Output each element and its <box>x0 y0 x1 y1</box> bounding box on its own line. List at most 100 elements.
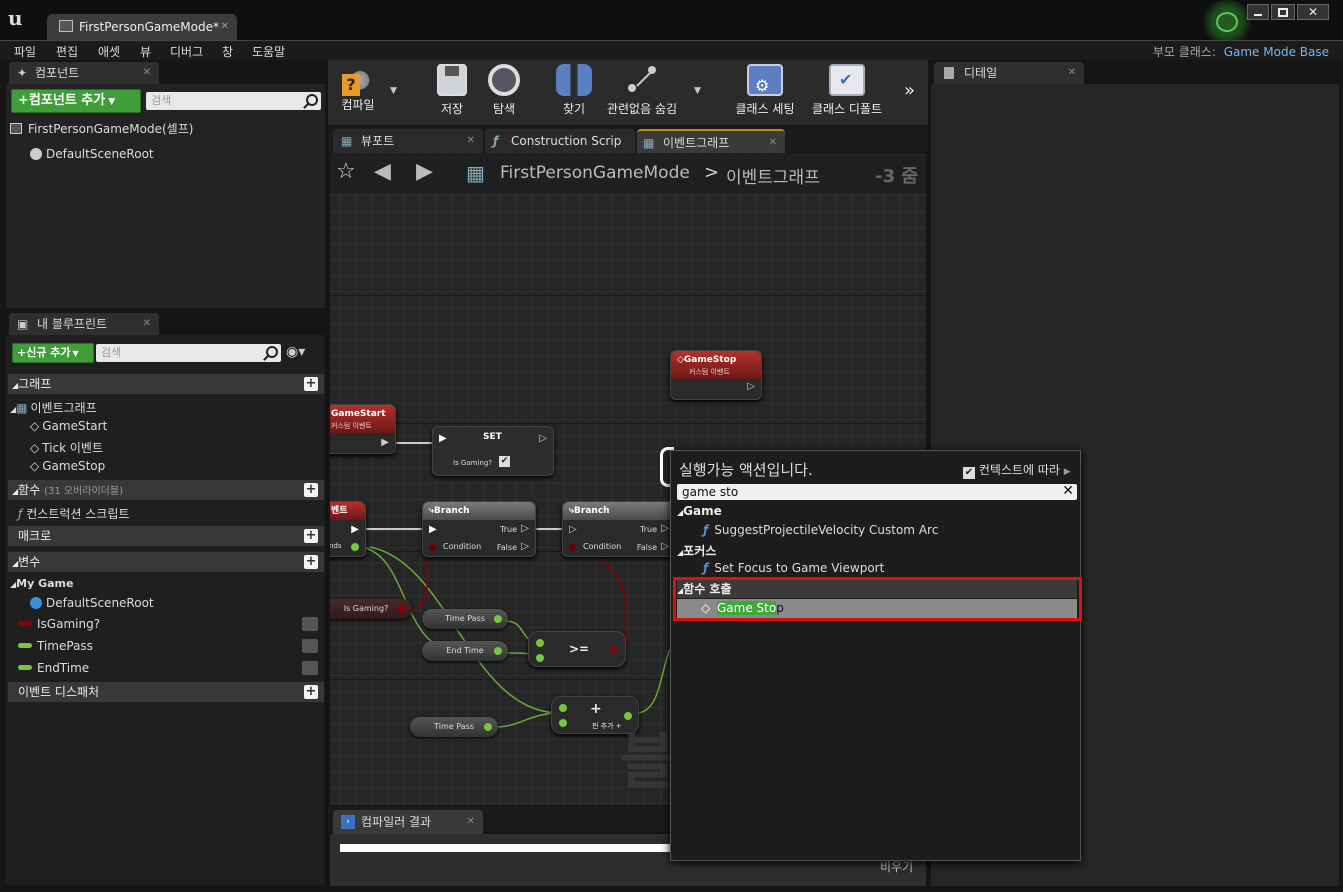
gamestart-event-node[interactable]: GameStart 커스텀 이벤트 ▶ <box>330 404 396 454</box>
bool-pin[interactable] <box>429 544 436 551</box>
add-component-button[interactable]: +컴포넌트 추가 ▼ <box>11 89 141 113</box>
visibility-eye-icon[interactable] <box>302 617 318 631</box>
visibility-eye-icon[interactable] <box>302 639 318 653</box>
action-search-input[interactable]: game sto ✕ <box>677 483 1077 500</box>
exec-out-pin[interactable]: ▷ <box>661 541 669 552</box>
menu-view[interactable]: 뷰 <box>140 43 170 60</box>
view-options-icon[interactable]: ◉▾ <box>286 344 305 360</box>
exec-in-pin[interactable]: ▶ <box>429 524 437 535</box>
action-item[interactable]: ƒ Set Focus to Game Viewport <box>703 561 884 575</box>
variable-item[interactable]: DefaultSceneRoot <box>30 596 154 610</box>
close-icon[interactable]: ✕ <box>143 62 151 84</box>
bool-pin[interactable] <box>569 544 576 551</box>
blueprint-search-input[interactable]: 검색 <box>96 344 281 362</box>
variable-item[interactable]: IsGaming? <box>18 617 318 631</box>
event-item[interactable]: ◇ Tick 이벤트 <box>30 439 103 456</box>
hide-unrelated-options-arrow[interactable]: ▼ <box>694 86 701 96</box>
source-control-icon[interactable] <box>1200 0 1254 44</box>
parent-class-link[interactable]: Game Mode Base <box>1224 45 1329 59</box>
greater-equal-node[interactable]: >= <box>528 631 626 667</box>
exec-in-pin[interactable]: ▶ <box>439 433 447 444</box>
close-icon[interactable]: ✕ <box>1068 62 1076 84</box>
category-focus[interactable]: ◢포커스 <box>677 542 716 559</box>
document-tab[interactable]: FirstPersonGameMode* ✕ <box>47 14 237 40</box>
menu-help[interactable]: 도움말 <box>252 43 302 60</box>
action-item-selected[interactable]: ◇ Game Stop <box>677 599 1077 618</box>
hide-unrelated-button[interactable]: 관련없음 숨김 <box>606 64 678 117</box>
exec-out-pin[interactable]: ▷ <box>521 523 529 534</box>
minimize-button[interactable] <box>1247 4 1269 20</box>
gamestop-event-node[interactable]: ◇GameStop 커스텀 이벤트 ▷ <box>670 350 762 400</box>
checkbox[interactable]: ✔ <box>963 467 975 479</box>
exec-pin[interactable]: ▶ <box>351 524 359 535</box>
add-graph-button[interactable]: + <box>304 377 318 391</box>
component-child-item[interactable]: DefaultSceneRoot <box>30 147 154 161</box>
end-time-getter-node[interactable]: End Time <box>422 641 508 661</box>
browse-button[interactable]: 탐색 <box>482 64 526 117</box>
menu-asset[interactable]: 애셋 <box>98 43 140 60</box>
save-button[interactable]: 저장 <box>432 64 472 117</box>
add-function-button[interactable]: + <box>304 483 318 497</box>
float-pin[interactable] <box>351 543 359 551</box>
add-new-button[interactable]: +신규 추가 ▼ <box>12 343 94 363</box>
components-search-input[interactable]: 검색 <box>146 92 321 110</box>
class-settings-button[interactable]: ⚙ 클래스 세팅 <box>732 64 798 117</box>
variable-category[interactable]: ◢My Game <box>10 577 73 590</box>
partial-event-node[interactable]: 벤트 ▶ nds <box>330 501 366 557</box>
variable-item[interactable]: TimePass <box>18 639 318 653</box>
context-sensitive-toggle[interactable]: ✔ 컨텍스트에 따라 ▶ <box>963 461 1071 479</box>
variables-section[interactable]: ◢변수 + <box>8 552 324 572</box>
compile-options-arrow[interactable]: ▼ <box>390 86 397 96</box>
event-item[interactable]: ◇ GameStart <box>30 419 107 433</box>
component-root-item[interactable]: FirstPersonGameMode(셀프) <box>10 120 193 137</box>
menu-debug[interactable]: 디버그 <box>170 43 222 60</box>
tab-components[interactable]: ✦ 컴포넌트 ✕ <box>9 62 159 84</box>
event-item[interactable]: ◇ GameStop <box>30 459 105 473</box>
tab-compiler-results[interactable]: › 컴파일러 결과 ✕ <box>333 810 483 834</box>
add-pin-button[interactable]: 핀 추가 + <box>592 721 622 731</box>
set-variable-node[interactable]: ▶ SET ▷ Is Gaming? ✔ <box>432 426 554 476</box>
construction-script-item[interactable]: ƒ 컨스트럭션 스크립트 <box>18 505 129 522</box>
macros-section[interactable]: 매크로 + <box>8 526 324 546</box>
exec-pin[interactable]: ▷ <box>747 381 755 392</box>
close-icon[interactable]: ✕ <box>221 14 229 40</box>
menu-window[interactable]: 창 <box>222 43 252 60</box>
branch-node[interactable]: ⤷Branch ▶ True ▷ Condition False ▷ <box>422 501 536 557</box>
time-pass-getter-node[interactable]: Time Pass <box>422 609 508 629</box>
visibility-eye-icon[interactable] <box>302 661 318 675</box>
tab-my-blueprint[interactable]: ▣ 내 블루프린트 ✕ <box>9 313 159 335</box>
exec-in-pin[interactable]: ▷ <box>569 524 577 535</box>
exec-out-pin[interactable]: ▷ <box>521 541 529 552</box>
menu-file[interactable]: 파일 <box>14 43 56 60</box>
close-icon[interactable]: ✕ <box>467 129 475 153</box>
exec-out-pin[interactable]: ▷ <box>539 433 547 444</box>
variable-item[interactable]: EndTime <box>18 661 318 675</box>
add-variable-button[interactable]: + <box>304 555 318 569</box>
exec-pin[interactable]: ▶ <box>381 437 389 448</box>
checkbox[interactable]: ✔ <box>499 456 510 467</box>
category-function-call[interactable]: ◢함수 호출 <box>677 580 1077 598</box>
event-graph-item[interactable]: ◢▦ 이벤트그래프 <box>10 399 97 416</box>
is-gaming-getter-node[interactable]: Is Gaming? <box>330 599 412 619</box>
functions-section[interactable]: ◢함수 (31 오버라이더블) + <box>8 480 324 500</box>
close-icon[interactable]: ✕ <box>467 810 475 834</box>
toolbar-overflow-icon[interactable]: » <box>904 80 915 101</box>
category-game[interactable]: ◢Game <box>677 504 722 518</box>
exec-out-pin[interactable]: ▷ <box>661 523 669 534</box>
event-dispatchers-section[interactable]: 이벤트 디스패처 + <box>8 682 324 702</box>
close-icon[interactable]: ✕ <box>143 313 151 335</box>
branch-node[interactable]: ⤷Branch ▷ True ▷ Condition False ▷ <box>562 501 676 557</box>
add-macro-button[interactable]: + <box>304 529 318 543</box>
graphs-section[interactable]: ◢그래프 + <box>8 374 324 394</box>
action-item[interactable]: ƒ SuggestProjectileVelocity Custom Arc <box>703 523 938 537</box>
menu-edit[interactable]: 편집 <box>56 43 98 60</box>
tab-viewport[interactable]: ▦ 뷰포트 ✕ <box>333 129 483 153</box>
class-defaults-button[interactable]: ✔ 클래스 디폴트 <box>810 64 884 117</box>
close-window-button[interactable]: ✕ <box>1297 4 1329 20</box>
find-button[interactable]: 찾기 <box>552 64 596 117</box>
compile-button[interactable]: ? 컴파일 <box>332 64 384 121</box>
maximize-button[interactable] <box>1271 4 1295 20</box>
tab-construction-script[interactable]: ƒ Construction Scrip <box>485 129 635 153</box>
add-dispatcher-button[interactable]: + <box>304 685 318 699</box>
clear-search-icon[interactable]: ✕ <box>1062 483 1074 499</box>
